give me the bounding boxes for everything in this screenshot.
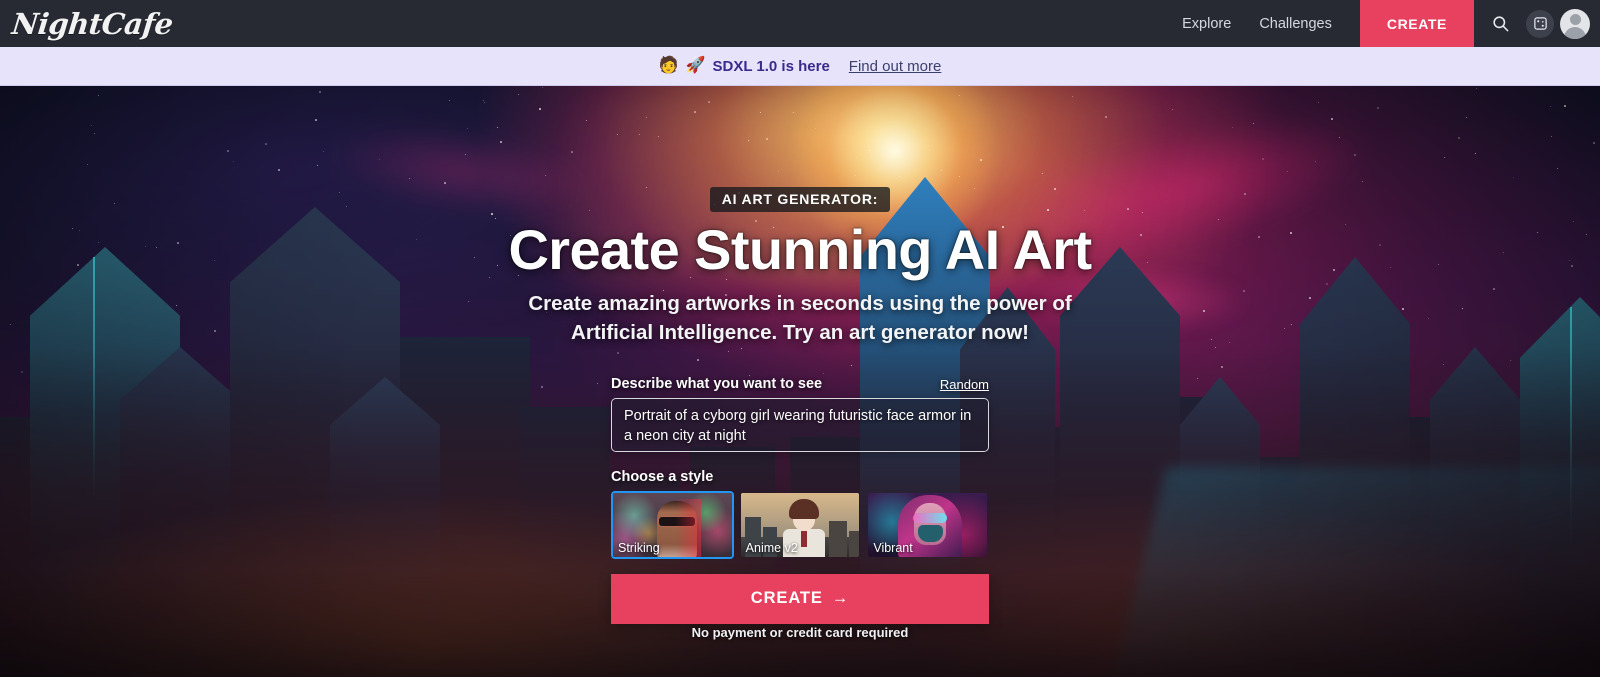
nav-link-explore[interactable]: Explore	[1168, 16, 1245, 32]
arrow-right-icon: →	[832, 589, 849, 608]
style-card-label: Vibrant	[873, 541, 912, 555]
create-submit-button[interactable]: CREATE →	[611, 574, 989, 624]
dice-icon[interactable]	[1520, 0, 1560, 47]
announcement-text: SDXL 1.0 is here	[713, 58, 830, 75]
find-out-more-link[interactable]: Find out more	[849, 58, 942, 75]
search-icon[interactable]	[1480, 0, 1520, 47]
create-submit-label: CREATE	[751, 589, 823, 608]
header-create-button[interactable]: CREATE	[1360, 0, 1474, 47]
style-card-label: Anime v2	[746, 541, 798, 555]
style-card-anime-v2[interactable]: Anime v2	[739, 491, 862, 559]
payment-footnote: No payment or credit card required	[692, 625, 909, 640]
nav-link-challenges[interactable]: Challenges	[1245, 16, 1346, 32]
avatar[interactable]	[1560, 9, 1590, 39]
hero-content: AI ART GENERATOR: Create Stunning AI Art…	[0, 86, 1600, 677]
style-label: Choose a style	[611, 469, 989, 485]
random-prompt-link[interactable]: Random	[940, 377, 989, 392]
header-nav: Explore Challenges CREATE	[1168, 0, 1600, 47]
hero-section: AI ART GENERATOR: Create Stunning AI Art…	[0, 86, 1600, 677]
dice-icon-circle	[1526, 10, 1554, 38]
generator-form: Describe what you want to see Random Cho…	[611, 376, 989, 642]
style-selector: Striking Anime v2 Vibrant	[611, 491, 989, 559]
prompt-label-row: Describe what you want to see Random	[611, 376, 989, 392]
style-card-vibrant[interactable]: Vibrant	[866, 491, 989, 559]
eyebrow-badge: AI ART GENERATOR:	[710, 187, 890, 212]
style-card-label: Striking	[618, 541, 660, 555]
prompt-input[interactable]	[611, 398, 989, 452]
prompt-label: Describe what you want to see	[611, 376, 822, 392]
site-header: NightCafe Explore Challenges CREATE	[0, 0, 1600, 47]
page-title: Create Stunning AI Art	[508, 220, 1091, 279]
nightcafe-logo[interactable]: NightCafe	[10, 7, 174, 41]
person-emoji-icon: 🧑	[659, 58, 679, 74]
hero-subtitle: Create amazing artworks in seconds using…	[520, 289, 1080, 347]
announcement-bar: 🧑 🚀 SDXL 1.0 is here Find out more	[0, 47, 1600, 86]
rocket-emoji-icon: 🚀	[686, 58, 706, 74]
style-card-striking[interactable]: Striking	[611, 491, 734, 559]
